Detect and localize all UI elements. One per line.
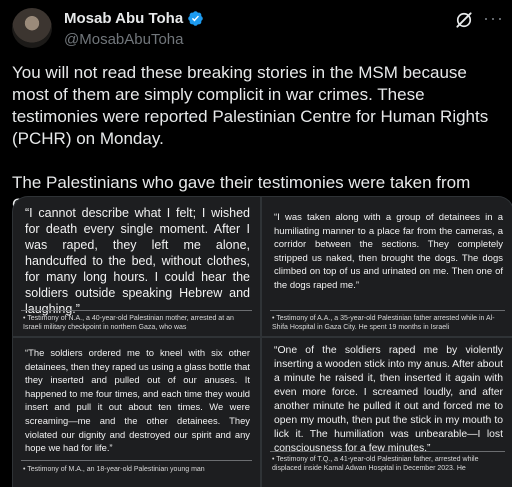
tweet-paragraph: You will not read these breaking stories… — [12, 63, 489, 148]
author-handle[interactable]: @MosabAbuToha — [64, 31, 183, 48]
grok-icon[interactable] — [454, 10, 474, 30]
testimony-panel: “I was taken along with a group of detai… — [262, 197, 512, 336]
divider — [21, 460, 252, 461]
divider — [21, 310, 252, 311]
testimony-caption: • Testimony of A.A., a 35-year-old Pales… — [272, 315, 495, 331]
author-row: Mosab Abu Toha — [64, 10, 204, 27]
testimony-quote: “I was taken along with a group of detai… — [274, 212, 503, 291]
more-options-icon[interactable]: ··· — [483, 8, 504, 28]
tweet: Mosab Abu Toha @MosabAbuToha ··· You wil… — [0, 0, 512, 487]
avatar[interactable] — [12, 8, 52, 48]
testimony-panel: “One of the soldiers raped me by violent… — [262, 338, 512, 487]
author-name[interactable]: Mosab Abu Toha — [64, 10, 183, 27]
verified-badge-icon — [187, 10, 204, 27]
testimony-caption: • Testimony of N.A., a 40-year-old Pales… — [23, 315, 234, 331]
testimony-quote: “The soldiers ordered me to kneel with s… — [25, 347, 250, 454]
testimony-panel: “I cannot describe what I felt; I wished… — [13, 197, 260, 336]
testimony-caption: • Testimony of M.A., an 18-year-old Pale… — [23, 466, 205, 473]
media-image[interactable]: “I cannot describe what I felt; I wished… — [12, 196, 512, 487]
divider — [270, 310, 505, 311]
testimony-caption: • Testimony of T.Q., a 41-year-old Pales… — [272, 456, 479, 472]
testimony-quote: “One of the soldiers raped me by violent… — [274, 345, 503, 454]
testimony-panel: “The soldiers ordered me to kneel with s… — [13, 338, 260, 487]
divider — [270, 451, 505, 452]
testimony-quote: “I cannot describe what I felt; I wished… — [25, 206, 250, 316]
